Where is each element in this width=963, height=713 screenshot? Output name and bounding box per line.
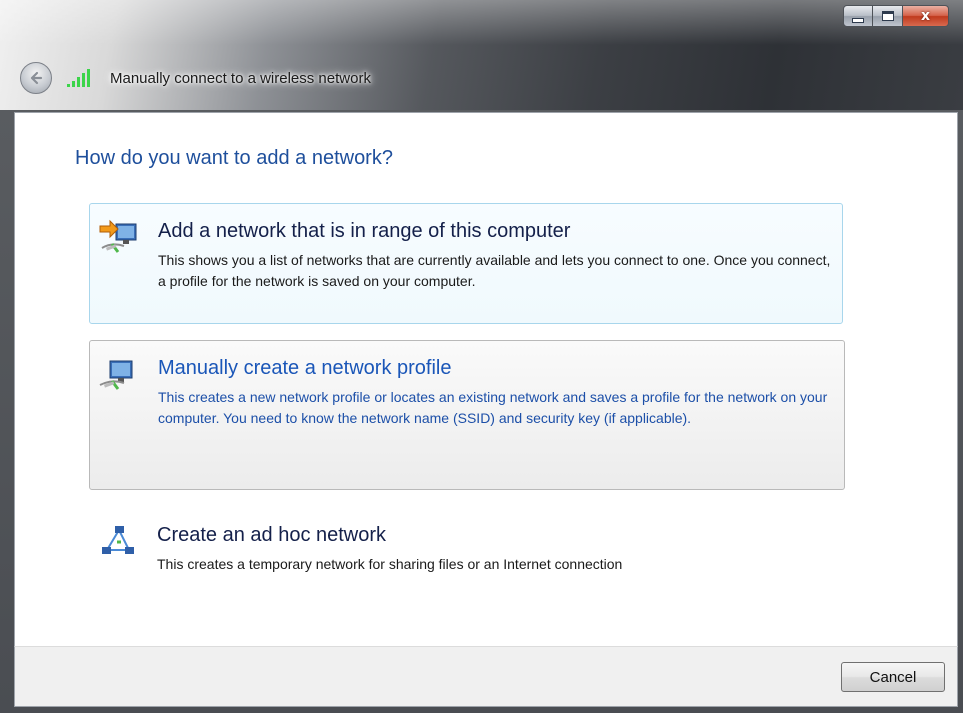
close-button[interactable]: x bbox=[903, 5, 949, 27]
ad-hoc-network-icon bbox=[102, 526, 134, 554]
footer-bar: Cancel bbox=[14, 646, 958, 707]
option-ad-hoc-network[interactable]: Create an ad hoc network This creates a … bbox=[89, 508, 845, 618]
option-add-network-in-range[interactable]: Add a network that is in range of this c… bbox=[89, 203, 843, 324]
wireless-signal-icon bbox=[67, 69, 90, 87]
option-title: Create an ad hoc network bbox=[157, 524, 387, 546]
back-button[interactable] bbox=[20, 62, 52, 94]
back-arrow-icon bbox=[30, 71, 43, 85]
option-description: This creates a temporary network for sha… bbox=[157, 556, 623, 572]
cancel-button[interactable]: Cancel bbox=[841, 662, 945, 692]
minimize-button[interactable] bbox=[843, 5, 873, 27]
page-heading: How do you want to add a network? bbox=[75, 147, 393, 169]
navigation-bar: Manually connect to a wireless network bbox=[20, 62, 371, 94]
option-title: Manually create a network profile bbox=[158, 357, 452, 379]
option-title: Add a network that is in range of this c… bbox=[158, 220, 571, 242]
option-manual-network-profile[interactable]: Manually create a network profile This c… bbox=[89, 340, 845, 490]
window-title: Manually connect to a wireless network bbox=[110, 69, 371, 87]
minimize-icon bbox=[852, 17, 864, 23]
option-description: This shows you a list of networks that a… bbox=[158, 252, 831, 289]
maximize-icon bbox=[881, 11, 894, 21]
network-profile-icon bbox=[99, 360, 133, 390]
content-area: How do you want to add a network? Add a … bbox=[14, 112, 958, 646]
close-icon: x bbox=[920, 8, 931, 24]
maximize-button[interactable] bbox=[873, 5, 903, 27]
network-add-icon bbox=[99, 219, 137, 253]
caption-buttons: x bbox=[843, 5, 949, 27]
option-description: This creates a new network profile or lo… bbox=[158, 389, 828, 426]
wizard-window: x Manually connect to a wireless network… bbox=[0, 0, 963, 713]
